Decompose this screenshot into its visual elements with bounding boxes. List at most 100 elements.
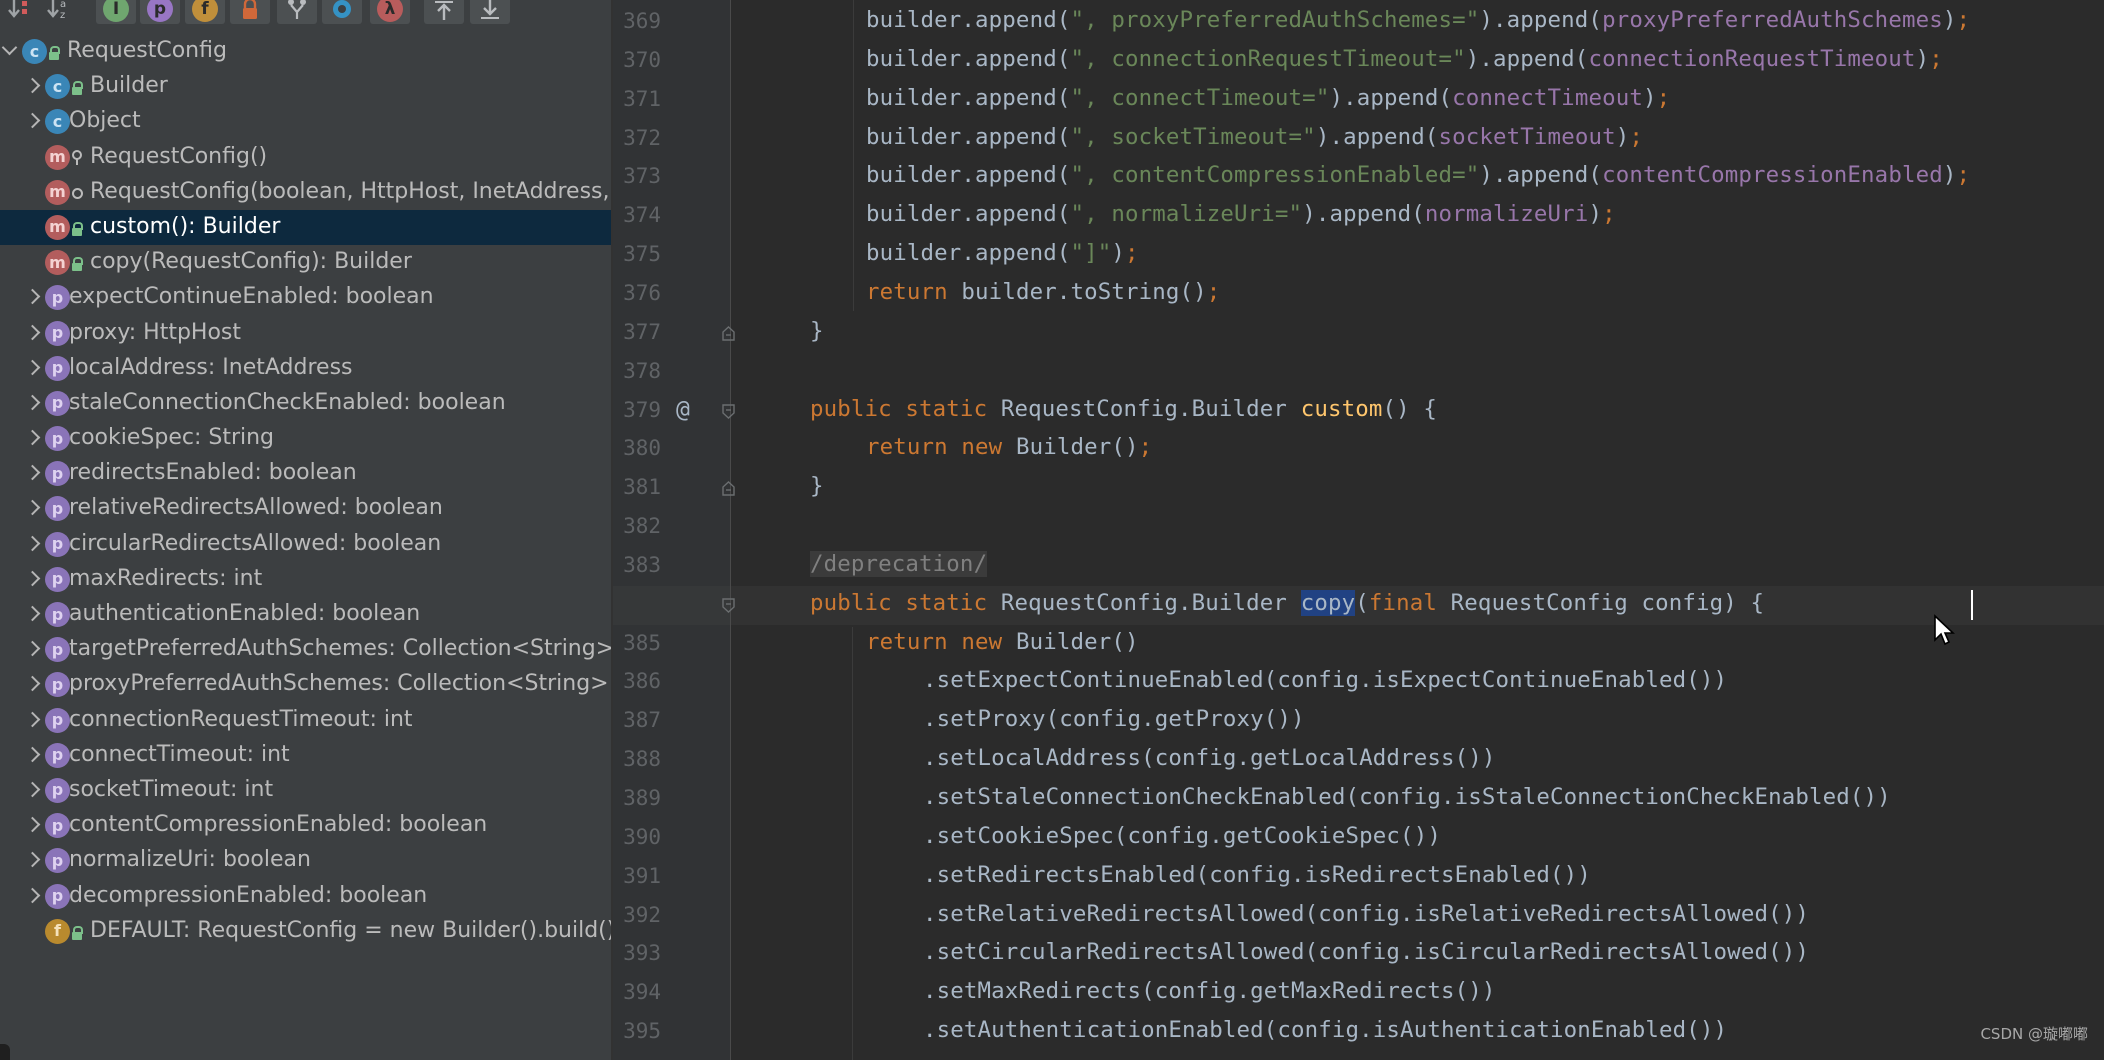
code-line: .setCircularRedirectsAllowed(config.isCi… [923,939,1809,965]
code-token: RequestConfig config) { [1450,589,1765,616]
line-number: 387 [623,708,661,733]
tree-row[interactable]: p connectTimeout: int [0,738,611,773]
chevron-right-icon[interactable] [24,570,41,587]
tree-row[interactable]: p socketTimeout: int [0,773,611,808]
tree-row[interactable]: p staleConnectionCheckEnabled: boolean [0,386,611,421]
chevron-right-icon[interactable] [24,852,41,868]
tree-row[interactable]: p targetPreferredAuthSchemes: Collection<… [0,632,611,667]
chevron-right-icon[interactable] [24,429,41,446]
fold-start-icon[interactable] [722,598,735,613]
public-modifier-icon [48,43,60,60]
chevron-right-icon[interactable] [24,887,41,903]
property-icon: p [45,461,70,487]
tree-row[interactable]: p authenticationEnabled: boolean [0,597,611,632]
tree-row-label: contentCompressionEnabled: boolean [69,812,488,838]
property-icon: p [45,426,70,452]
chevron-right-icon[interactable] [24,711,41,727]
tree-row[interactable]: c Object [0,104,611,139]
line-number: 373 [623,164,661,189]
tree-row[interactable]: f DEFAULT: RequestConfig = new Builder().… [0,914,611,949]
show-properties-icon[interactable]: p [140,0,180,24]
show-non-public-icon[interactable] [230,0,270,24]
chevron-right-icon[interactable] [24,113,41,129]
chevron-right-icon[interactable] [24,816,41,833]
class-icon: c [45,109,70,135]
line-number: 392 [623,902,661,927]
tree-row[interactable]: p contentCompressionEnabled: boolean [0,808,611,843]
show-lambdas-icon[interactable]: λ [370,0,410,24]
tree-row[interactable]: c Builder [0,69,611,104]
chevron-right-icon[interactable] [24,746,41,763]
tree-row[interactable]: p expectContinueEnabled: boolean [0,280,611,315]
override-annotation-icon[interactable]: @ [676,397,690,423]
tree-row[interactable]: p proxy: HttpHost [0,316,611,351]
tree-row[interactable]: p localAddress: InetAddress [0,351,611,386]
chevron-right-icon[interactable] [24,500,41,516]
tree-row[interactable]: p proxyPreferredAuthSchemes: Collection<S… [0,667,611,702]
code-line: .setLocalAddress(config.getLocalAddress(… [923,745,1495,771]
property-icon: p [45,672,70,698]
chevron-right-icon[interactable] [24,324,41,340]
tree-row[interactable]: m RequestConfig(boolean, HttpHost, InetAd… [0,175,611,210]
public-modifier-icon [71,923,83,940]
chevron-right-icon[interactable] [24,640,41,657]
show-anonymous-icon[interactable] [322,0,362,24]
watermark: CSDN @璇嘟嘟 [1980,1025,2088,1043]
autoscroll-from-source-icon[interactable] [470,0,510,24]
tree-row[interactable]: p redirectsEnabled: boolean [0,456,611,491]
fold-start-icon[interactable] [722,403,735,419]
code-token: ; [1629,123,1643,150]
chevron-right-icon[interactable] [24,605,41,622]
code-token: .setCookieSpec(config.getCookieSpec()) [923,822,1441,849]
code-token: RequestConfig.Builder [1000,589,1301,616]
code-token: ; [1125,240,1139,267]
code-editor[interactable]: 369 370 371 372 373 374 375 376 377 378 379 @380 381… [613,0,2104,1060]
tree-row[interactable]: p cookieSpec: String [0,421,611,456]
mouse-pointer-icon [1933,614,1956,652]
code-token: .setExpectContinueEnabled(config.isExpec… [923,667,1728,694]
tree-row[interactable]: m RequestConfig() [0,140,611,175]
fold-end-icon[interactable] [722,481,735,496]
tree-row[interactable]: p circularRedirectsAllowed: boolean [0,527,611,562]
fold-end-icon[interactable] [722,325,735,341]
tree-row[interactable]: p relativeRedirectsAllowed: boolean [0,491,611,526]
code-token: builder.toString() [961,278,1207,305]
chevron-right-icon[interactable] [24,359,41,375]
property-icon: p [45,285,70,311]
tree-row[interactable]: p decompressionEnabled: boolean [0,879,611,914]
tree-row[interactable]: c RequestConfig [0,34,611,69]
show-inherited-icon[interactable]: I [96,0,136,24]
sort-visibility-icon[interactable] [0,0,40,24]
filter-icon[interactable] [277,0,317,24]
chevron-right-icon[interactable] [24,77,41,94]
property-icon: p [45,637,70,663]
line-number: 375 [623,242,661,267]
code-token: Builder() [1015,628,1139,655]
code-token: ; [1956,162,1971,189]
chevron-right-icon[interactable] [24,535,41,551]
tree-row[interactable]: p connectionRequestTimeout: int [0,703,611,738]
code-token: public static [810,589,1001,616]
show-fields-icon[interactable]: f [185,0,225,24]
code-line: .setStaleConnectionCheckEnabled(config.i… [923,784,1891,810]
chevron-right-icon[interactable] [24,464,41,481]
tree-row[interactable]: m custom(): Builder [0,209,611,246]
autoscroll-to-source-icon[interactable] [424,0,464,24]
code-line: .setRedirectsEnabled(config.isRedirectsE… [923,862,1591,888]
line-number: 382 [623,514,661,539]
chevron-right-icon[interactable] [24,289,41,305]
code-line: builder.append(", connectTimeout=").appe… [866,85,1670,111]
chevron-right-icon[interactable] [24,676,41,692]
chevron-right-icon[interactable] [24,394,41,411]
code-line: builder.append(", contentCompressionEnab… [866,162,1970,188]
code-token: ) [1615,123,1630,150]
property-icon: p [45,813,70,839]
tree-row[interactable]: p normalizeUri: boolean [0,843,611,878]
chevron-down-icon[interactable] [1,39,18,56]
chevron-right-icon[interactable] [24,781,41,798]
code-line: public static RequestConfig.Builder cust… [810,396,1437,422]
tree-row-label: proxy: HttpHost [69,319,242,345]
tree-row[interactable]: p maxRedirects: int [0,562,611,597]
tree-row[interactable]: m copy(RequestConfig): Builder [0,245,611,280]
sort-alpha-icon[interactable]: az [40,0,80,24]
